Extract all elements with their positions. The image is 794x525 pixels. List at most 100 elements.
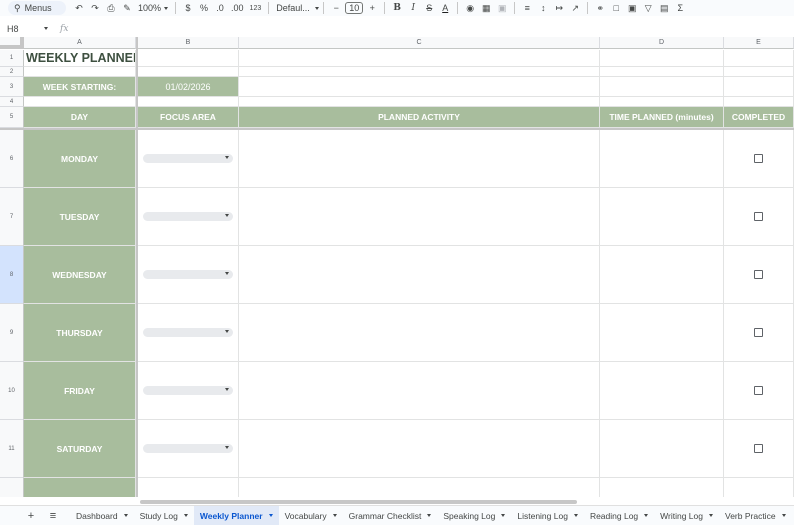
redo-icon[interactable]: ↷: [88, 1, 102, 15]
row-header-3[interactable]: 3: [0, 77, 24, 97]
add-sheet-icon[interactable]: +: [20, 510, 42, 522]
tab-weekly-planner[interactable]: Weekly Planner: [193, 505, 279, 525]
link-icon[interactable]: ⚭: [593, 1, 607, 15]
row-header-5[interactable]: 5: [0, 107, 24, 128]
completed-cell[interactable]: [724, 130, 794, 188]
tab-speaking-log[interactable]: Speaking Log: [437, 506, 511, 525]
frozen-row-divider[interactable]: [0, 128, 794, 130]
cell[interactable]: [724, 77, 794, 97]
increase-font-size-button[interactable]: +: [365, 1, 379, 15]
text-color-button[interactable]: A: [438, 1, 452, 15]
header-day[interactable]: DAY: [24, 107, 136, 128]
completed-cell[interactable]: [724, 420, 794, 478]
focus-cell[interactable]: [138, 420, 239, 478]
focus-cell[interactable]: [138, 130, 239, 188]
all-sheets-menu-icon[interactable]: ≡: [42, 510, 64, 522]
text-wrap-icon[interactable]: ↦: [552, 1, 566, 15]
borders-icon[interactable]: ▦: [479, 1, 493, 15]
focus-cell[interactable]: [138, 362, 239, 420]
activity-cell[interactable]: [239, 130, 600, 188]
column-header-d[interactable]: D: [600, 37, 724, 49]
decrease-decimal-button[interactable]: .0: [213, 1, 227, 15]
activity-cell[interactable]: [239, 188, 600, 246]
focus-area-dropdown[interactable]: [143, 212, 233, 221]
horizontal-scrollbar[interactable]: [140, 500, 577, 504]
completed-checkbox[interactable]: [754, 444, 763, 453]
merge-cells-icon[interactable]: ▣: [495, 1, 509, 15]
activity-cell[interactable]: [239, 246, 600, 304]
cell[interactable]: [724, 67, 794, 77]
italic-button[interactable]: I: [406, 1, 420, 15]
cell[interactable]: [724, 50, 794, 67]
row-header-10[interactable]: 10: [0, 362, 24, 420]
row-header-2[interactable]: 2: [0, 67, 24, 77]
day-cell[interactable]: SATURDAY: [24, 420, 136, 478]
undo-icon[interactable]: ↶: [72, 1, 86, 15]
cell[interactable]: [239, 478, 600, 497]
week-starting-label[interactable]: WEEK STARTING:: [24, 77, 136, 97]
activity-cell[interactable]: [239, 362, 600, 420]
cell[interactable]: [724, 97, 794, 107]
text-rotation-icon[interactable]: ↗: [568, 1, 582, 15]
row-header-12[interactable]: [0, 478, 24, 497]
font-size-input[interactable]: 10: [345, 2, 364, 14]
time-cell[interactable]: [600, 362, 724, 420]
cell[interactable]: [239, 77, 600, 97]
increase-decimal-button[interactable]: .00: [229, 1, 246, 15]
tab-verb-practice[interactable]: Verb Practice: [719, 506, 792, 525]
percent-format-button[interactable]: %: [197, 1, 211, 15]
focus-area-dropdown[interactable]: [143, 270, 233, 279]
time-cell[interactable]: [600, 188, 724, 246]
comment-icon[interactable]: □: [609, 1, 623, 15]
day-cell[interactable]: MONDAY: [24, 130, 136, 188]
header-time-planned[interactable]: TIME PLANNED (minutes): [600, 107, 724, 128]
completed-checkbox[interactable]: [754, 328, 763, 337]
completed-checkbox[interactable]: [754, 386, 763, 395]
cell[interactable]: [239, 50, 600, 67]
row-header-4[interactable]: 4: [0, 97, 24, 107]
row-header-7[interactable]: 7: [0, 188, 24, 246]
select-all-corner[interactable]: [0, 37, 24, 49]
cell[interactable]: [239, 97, 600, 107]
cell[interactable]: [600, 50, 724, 67]
horizontal-align-icon[interactable]: ≡: [520, 1, 534, 15]
tab-dashboard[interactable]: Dashboard: [70, 506, 134, 525]
paint-format-icon[interactable]: ✎: [120, 1, 134, 15]
completed-checkbox[interactable]: [754, 270, 763, 279]
tab-grammar-checklist[interactable]: Grammar Checklist: [343, 506, 438, 525]
tab-vocabulary[interactable]: Vocabulary: [279, 506, 343, 525]
tab-writing-log[interactable]: Writing Log: [654, 506, 719, 525]
sum-button[interactable]: Σ: [673, 1, 687, 15]
cell[interactable]: [138, 67, 239, 77]
row-header-11[interactable]: 11: [0, 420, 24, 478]
row-header-1[interactable]: 1: [0, 50, 24, 67]
cell[interactable]: [138, 97, 239, 107]
focus-cell[interactable]: [138, 304, 239, 362]
row-header-6[interactable]: 6: [0, 130, 24, 188]
currency-format-button[interactable]: $: [181, 1, 195, 15]
completed-cell[interactable]: [724, 304, 794, 362]
header-completed[interactable]: COMPLETED: [724, 107, 794, 128]
day-cell[interactable]: [24, 478, 136, 497]
completed-cell[interactable]: [724, 246, 794, 304]
bold-button[interactable]: B: [390, 1, 404, 15]
day-cell[interactable]: TUESDAY: [24, 188, 136, 246]
focus-area-dropdown[interactable]: [143, 154, 233, 163]
day-cell[interactable]: WEDNESDAY: [24, 246, 136, 304]
page-title[interactable]: WEEKLY PLANNER: [24, 50, 136, 67]
activity-cell[interactable]: [239, 304, 600, 362]
week-starting-date[interactable]: 01/02/2026: [138, 77, 239, 97]
focus-area-dropdown[interactable]: [143, 386, 233, 395]
tab-reading-log[interactable]: Reading Log: [584, 506, 654, 525]
column-header-e[interactable]: E: [724, 37, 794, 49]
cell[interactable]: [600, 97, 724, 107]
completed-checkbox[interactable]: [754, 212, 763, 221]
focus-area-dropdown[interactable]: [143, 328, 233, 337]
focus-cell[interactable]: [138, 246, 239, 304]
cell[interactable]: [239, 67, 600, 77]
number-format-button[interactable]: 123: [248, 1, 264, 15]
row-header-9[interactable]: 9: [0, 304, 24, 362]
cell[interactable]: [138, 50, 239, 67]
day-cell[interactable]: FRIDAY: [24, 362, 136, 420]
column-header-c[interactable]: C: [239, 37, 600, 49]
